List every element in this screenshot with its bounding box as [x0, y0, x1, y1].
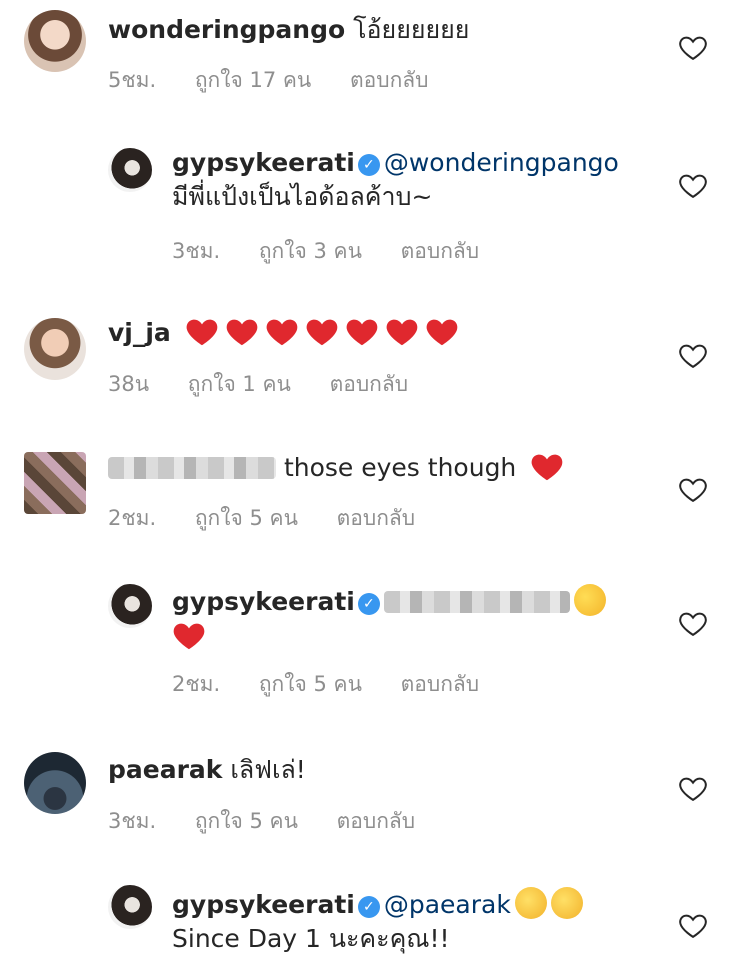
comment-time: 5ชม. — [108, 68, 157, 92]
comment-mention[interactable]: @paearak — [384, 890, 511, 919]
avatar[interactable] — [24, 752, 86, 814]
red-heart-emoji-icon — [426, 319, 458, 346]
avatar[interactable] — [24, 10, 86, 72]
comment-likes[interactable]: ถูกใจ 5 คน — [195, 809, 298, 833]
smiling-face-emoji-icon — [573, 584, 606, 616]
reply-button[interactable]: ตอบกลับ — [401, 672, 480, 696]
comment-text: โอ้ยยยยยย — [353, 15, 470, 44]
like-heart-icon[interactable] — [678, 33, 708, 61]
avatar[interactable] — [108, 885, 152, 929]
comment-username[interactable]: gypsykeerati — [172, 587, 355, 616]
comment-text: มีพี่แป้งเป็นไอด้อลค้าบ~ — [172, 182, 433, 211]
like-heart-icon[interactable] — [678, 911, 708, 939]
verified-badge-icon: ✓ — [357, 896, 380, 918]
heart-emoji-row — [185, 315, 459, 347]
reply-button[interactable]: ตอบกลับ — [337, 506, 416, 530]
blurred-mention — [383, 591, 570, 613]
reply-button[interactable]: ตอบกลับ — [350, 68, 429, 92]
comment-time: 2ชม. — [108, 506, 157, 530]
reply-button[interactable]: ตอบกลับ — [330, 372, 409, 396]
like-heart-icon[interactable] — [678, 774, 708, 802]
comment-time: 3ชม. — [108, 809, 157, 833]
comment-username[interactable]: vj_ja — [108, 318, 171, 347]
comment-time: 2ชม. — [172, 672, 221, 696]
red-heart-emoji-icon — [386, 319, 418, 346]
rolling-laughing-emoji-icon — [550, 887, 583, 919]
comment-username[interactable]: gypsykeerati — [172, 890, 355, 919]
avatar[interactable] — [108, 148, 152, 192]
comment-text: those eyes though — [283, 453, 517, 482]
comment-username[interactable]: gypsykeerati — [172, 148, 355, 177]
comment-likes[interactable]: ถูกใจ 5 คน — [259, 672, 362, 696]
comment-likes[interactable]: ถูกใจ 1 คน — [188, 372, 291, 396]
rolling-laughing-emoji-icon — [514, 887, 547, 919]
verified-badge-icon: ✓ — [357, 593, 380, 615]
red-heart-emoji-icon — [173, 623, 205, 650]
comment-text: เลิฟเล่! — [230, 755, 306, 784]
like-heart-icon[interactable] — [678, 609, 708, 637]
like-heart-icon[interactable] — [678, 171, 708, 199]
comment-likes[interactable]: ถูกใจ 3 คน — [259, 239, 362, 263]
comment-time: 3ชม. — [172, 239, 221, 263]
red-heart-emoji-icon — [346, 319, 378, 346]
blurred-avatar[interactable] — [24, 452, 86, 514]
comment-likes[interactable]: ถูกใจ 5 คน — [195, 506, 298, 530]
red-heart-emoji-icon — [306, 319, 338, 346]
like-heart-icon[interactable] — [678, 341, 708, 369]
red-heart-emoji-icon — [531, 454, 563, 481]
comment-text: Since Day 1 นะคะคุณ!! — [172, 924, 450, 953]
blurred-username — [108, 457, 276, 479]
red-heart-emoji-icon — [226, 319, 258, 346]
comment-username[interactable]: paearak — [108, 755, 222, 784]
red-heart-emoji-icon — [266, 319, 298, 346]
reply-button[interactable]: ตอบกลับ — [337, 809, 416, 833]
avatar[interactable] — [108, 584, 152, 628]
verified-badge-icon: ✓ — [357, 154, 380, 176]
comment-mention[interactable]: @wonderingpango — [384, 148, 619, 177]
red-heart-emoji-icon — [186, 319, 218, 346]
avatar[interactable] — [24, 318, 86, 380]
like-heart-icon[interactable] — [678, 475, 708, 503]
reply-button[interactable]: ตอบกลับ — [401, 239, 480, 263]
comment-likes[interactable]: ถูกใจ 17 คน — [195, 68, 311, 92]
comment-username[interactable]: wonderingpango — [108, 15, 345, 44]
comment-time: 38น — [108, 372, 150, 396]
